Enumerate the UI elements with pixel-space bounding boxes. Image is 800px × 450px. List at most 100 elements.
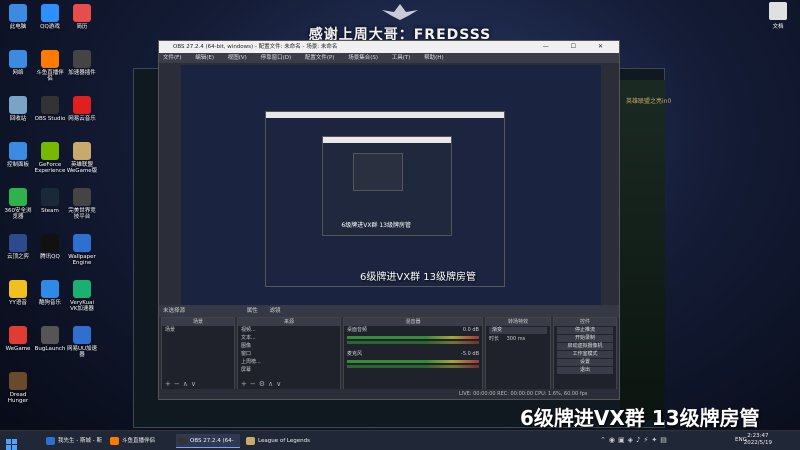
desktop-icon-label: WeGame [5,346,31,352]
desktop-icon[interactable]: 360安全浏览器 [2,188,34,220]
source-item[interactable]: 窗口 [238,350,340,358]
source-item[interactable]: 图像 [238,342,340,350]
duration-input[interactable]: 300 ms [507,336,526,342]
start-recording-button[interactable]: 开始录制 [557,335,613,342]
scene-tools[interactable]: +−∧∨ [165,380,199,388]
audio-meter [347,336,479,339]
desktop-icons: 此电脑 QQ游戏 简历网络 斗鱼直播伴侣 加速器插件回收站 OBS Studio 网易云音乐… [0,0,100,430]
desktop-icon-label: 斗鱼直播伴侣 [36,70,64,82]
desktop-icon-label: BugLaunch [34,346,66,352]
exit-button[interactable]: 退出 [557,367,613,374]
stop-streaming-button[interactable]: 停止推流 [557,327,613,334]
desktop-icon[interactable]: WeGame [2,326,34,352]
desktop-icon[interactable]: BugLaunch [34,326,66,352]
desktop-icon-label: 简历 [76,24,88,30]
desktop-icon[interactable]: 网易UU加速器 [66,326,98,358]
desktop-icon-label: 文档 [772,24,784,30]
desktop-icon-label: GeForce Experience [34,162,66,174]
desktop-icon[interactable]: 斗鱼直播伴侣 [34,50,66,82]
desktop-icon[interactable]: OBS Studio [34,96,66,122]
desktop-icon[interactable]: 网络 [2,50,34,76]
desktop-icon[interactable]: Dread Hunger [2,372,34,404]
menu-edit[interactable]: 编辑(E) [195,55,214,61]
properties-button[interactable]: 属性 [247,308,258,314]
desktop-icon[interactable]: Steam [34,188,66,214]
clock[interactable]: 2:23:47 2022/5/19 [744,433,772,447]
window-buttons[interactable]: — ☐ ✕ [543,41,613,53]
desktop-icon[interactable]: 此电脑 [2,4,34,30]
desktop-icon[interactable]: 网易云音乐 [66,96,98,122]
nested-preview-2: 6级牌进VX群 13级牌房管 [322,136,452,236]
source-item[interactable]: 上周榜... [238,358,340,366]
taskbar-item-douyu[interactable]: 斗鱼直播伴侣 [108,434,170,448]
desktop-icon[interactable]: 云顶之弈 [2,234,34,260]
sources-header: 来源 [238,318,340,326]
taskbar-label: OBS 27.2.4 (64-bit... [190,438,234,444]
desktop-icon[interactable]: 控制面板 [2,142,34,168]
menu-help[interactable]: 帮助(H) [424,55,443,61]
menu-profile[interactable]: 配置文件(P) [305,55,335,61]
taskbar-label: 我先生 - 斯城 - 斯城... [58,438,102,444]
desktop-icon[interactable]: 回收站 [2,96,34,122]
desktop-icon-label: 酷狗音乐 [38,300,61,306]
virtual-camera-button[interactable]: 启动虚拟摄像机 [557,343,613,350]
system-tray-icons[interactable]: ⌃◉▣◈♪⚡✦▤ [600,436,670,444]
menu-docks[interactable]: 停靠窗口(D) [261,55,292,61]
desktop-icon-label: Steam [41,208,59,214]
app-icon [41,4,59,22]
clock-date: 2022/5/19 [743,440,772,446]
channel-db: -5.0 dB [461,351,479,357]
app-icon [41,96,59,114]
menu-file[interactable]: 文件(F) [163,55,181,61]
taskbar-label: 斗鱼直播伴侣 [122,438,156,444]
desktop-icon[interactable]: QQ游戏 [34,4,66,30]
league-side-panel [620,80,665,420]
obs-status-bar: LIVE: 00:00:00 REC: 00:00:00 CPU: 1.6%, … [159,389,619,399]
windows-start-icon[interactable] [6,435,17,450]
app-icon [41,326,59,344]
obs-window[interactable]: OBS 27.2.4 (64-bit, windows) - 配置文件: 未命名… [158,40,620,400]
source-item[interactable]: 屏幕 [238,366,340,374]
app-icon [41,50,59,68]
taskbar-item-obs[interactable]: OBS 27.2.4 (64-bit... [176,434,240,448]
desktop-icon[interactable]: Wallpaper Engine [66,234,98,266]
taskbar-item-league[interactable]: League of Legends [244,434,314,448]
desktop-icon-label: 此电脑 [9,24,27,30]
desktop-icon[interactable]: YY语音 [2,280,34,306]
desktop-icon[interactable]: 加速器插件 [66,50,98,76]
desktop-icon-document[interactable]: 文档 [764,2,792,30]
mixer-channel-mic: 麦克风 -5.0 dB [344,350,482,358]
source-item[interactable]: 视频... [238,326,340,334]
settings-button[interactable]: 设置 [557,359,613,366]
source-tools[interactable]: +−⚙∧∨ [241,380,284,388]
desktop-icon-label: 云顶之弈 [6,254,29,260]
desktop-icon[interactable]: 简历 [66,4,98,30]
transition-select[interactable]: 渐变 [489,327,547,334]
taskbar: 我先生 - 斯城 - 斯城... 斗鱼直播伴侣 OBS 27.2.4 (64-b… [0,430,800,450]
obs-preview[interactable]: 6级牌进VX群 13级牌房管 6级牌进VX群 13级牌房管 [181,65,601,305]
app-icon [9,50,27,68]
filters-button[interactable]: 滤镜 [270,308,281,314]
desktop-icon[interactable]: GeForce Experience [34,142,66,174]
volume-slider[interactable] [347,365,479,368]
volume-slider[interactable] [347,341,479,344]
desktop-icon[interactable]: 英雄联盟WeGame版 [66,142,98,174]
audio-meter [347,360,479,363]
menu-scene-collection[interactable]: 场景集合(S) [348,55,378,61]
source-item[interactable]: 文本... [238,334,340,342]
app-icon [9,96,27,114]
studio-mode-button[interactable]: 工作室模式 [557,351,613,358]
app-icon [9,234,27,252]
obs-title-bar[interactable]: OBS 27.2.4 (64-bit, windows) - 配置文件: 未命名… [159,41,619,53]
desktop-icon[interactable]: 腾讯QQ [34,234,66,260]
taskbar-item-browser[interactable]: 我先生 - 斯城 - 斯城... [44,434,106,448]
desktop-icon-label: 网易UU加速器 [66,346,98,358]
desktop-icon[interactable]: 酷狗音乐 [34,280,66,306]
scene-item[interactable]: 场景 [162,326,234,334]
obs-icon [178,437,187,445]
desktop-icon[interactable]: 完美世界竞技平台 [66,188,98,220]
menu-tools[interactable]: 工具(T) [392,55,411,61]
menu-view[interactable]: 视图(V) [228,55,247,61]
desktop-icon[interactable]: VeryKuai VK加速器 [66,280,98,312]
desktop-icon-label: 完美世界竞技平台 [68,208,96,220]
